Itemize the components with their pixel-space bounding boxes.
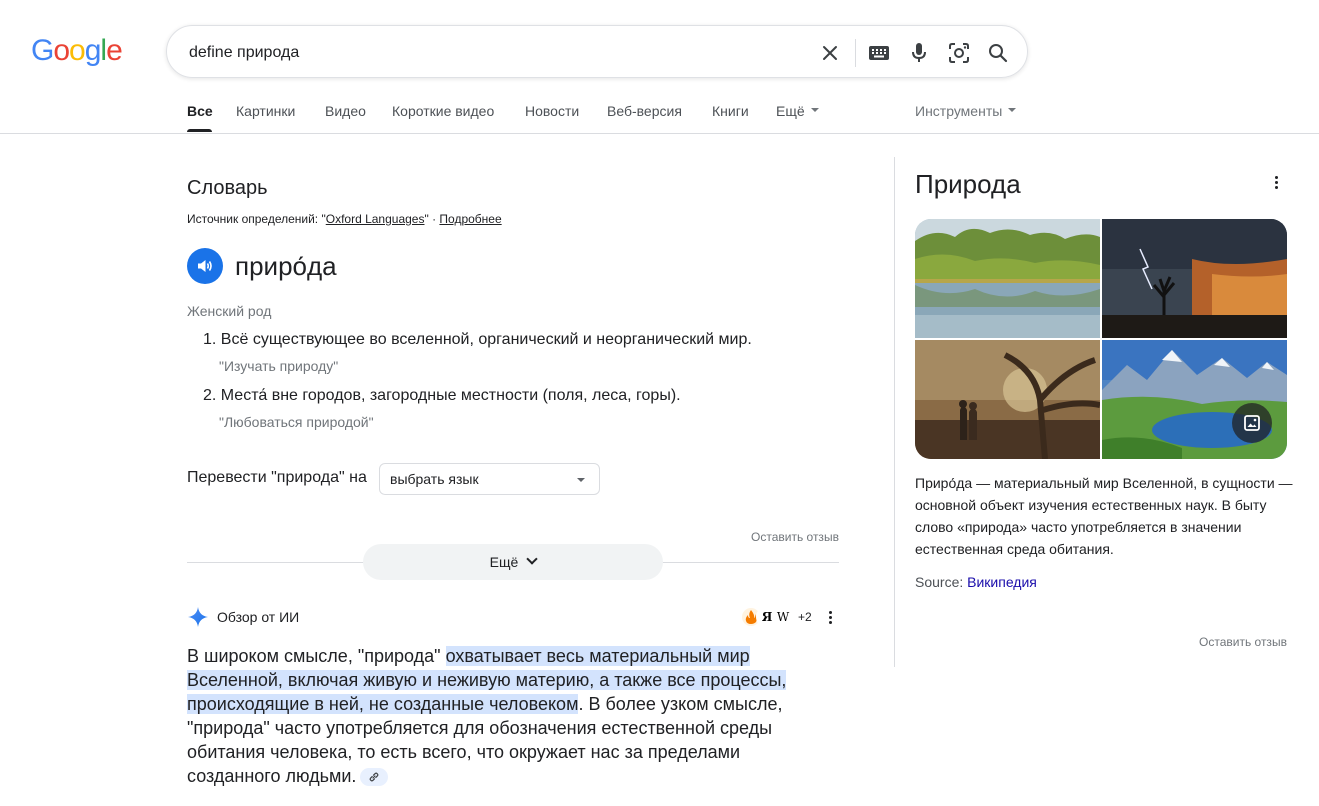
search-icon[interactable] [985, 40, 1011, 66]
dictionary-feedback-link[interactable]: Оставить отзыв [751, 530, 839, 544]
caret-down-icon [810, 108, 819, 113]
dictionary-word: приро́да [235, 251, 337, 281]
header-divider [0, 133, 1319, 134]
image-gallery [915, 219, 1287, 459]
logo-letter-e: e [106, 34, 123, 67]
tab-videos[interactable]: Видео [325, 103, 366, 119]
definition-number: 1. [203, 331, 217, 348]
gallery-image-lake[interactable] [915, 219, 1100, 338]
definition-text: Всё существующее во вселенной, органичес… [220, 331, 752, 348]
keyboard-icon[interactable] [866, 40, 892, 66]
clear-icon[interactable] [817, 40, 843, 66]
search-input[interactable] [189, 42, 789, 64]
definition-number: 2. [203, 387, 217, 404]
ai-overview-text: В широком смысле, "природа" охватывает в… [187, 644, 827, 788]
search-box [166, 25, 1028, 78]
language-select[interactable]: выбрать язык [379, 463, 600, 495]
gallery-image-storm[interactable] [1102, 219, 1287, 338]
knowledge-panel-description: Приро́да — материальный мир Вселенной, в… [915, 475, 1293, 557]
more-button-label: Ещё [489, 554, 519, 570]
tab-more-label: Ещё [776, 103, 805, 119]
definition-2-example: "Любоваться природой" [219, 414, 374, 430]
tab-web[interactable]: Веб-версия [607, 103, 682, 119]
source-suffix: " · [424, 212, 440, 226]
knowledge-panel-title: Природа [915, 169, 1021, 199]
speaker-icon [198, 260, 212, 272]
tools-button[interactable]: Инструменты [915, 103, 1017, 119]
more-info-link[interactable]: Подробнее [439, 212, 501, 226]
dictionary-source: Источник определений: "Oxford Languages"… [187, 212, 502, 226]
more-vert-icon[interactable] [1266, 172, 1286, 192]
google-logo[interactable]: Google [31, 34, 123, 68]
logo-letter-g2: g [84, 34, 102, 67]
ai-sources[interactable]: Я W +2 [740, 605, 812, 629]
tab-all[interactable]: Все [187, 103, 213, 119]
active-tab-indicator [187, 129, 212, 132]
logo-letter-o2: o [69, 34, 86, 67]
tab-more[interactable]: Ещё [776, 103, 819, 119]
source-prefix: Источник определений: " [187, 212, 326, 226]
ai-overview-title: Обзор от ИИ [217, 609, 300, 625]
microphone-icon[interactable] [906, 40, 932, 66]
definition-text: Места́ вне городов, загородные местности… [220, 387, 681, 404]
tab-short-videos[interactable]: Короткие видео [392, 103, 494, 119]
caret-down-icon [577, 478, 585, 482]
definition-1: 1. Всё существующее во вселенной, органи… [203, 331, 752, 349]
tab-news[interactable]: Новости [525, 103, 579, 119]
definition-1-example: "Изучать природу" [219, 358, 339, 374]
source-label: Source: [915, 574, 968, 590]
dictionary-title: Словарь [187, 177, 268, 199]
link-icon[interactable] [360, 768, 389, 787]
definition-2: 2. Места́ вне городов, загородные местно… [203, 387, 681, 405]
image-icon [1244, 415, 1260, 431]
source-count: +2 [798, 610, 812, 624]
more-vert-icon[interactable] [820, 607, 840, 627]
oxford-languages-link[interactable]: Oxford Languages [326, 212, 425, 226]
language-select-value: выбрать язык [390, 471, 479, 487]
tools-label: Инструменты [915, 103, 1003, 119]
knowledge-panel-source: Source: Википедия [915, 574, 1037, 590]
translate-label: Перевести "природа" на [187, 469, 367, 486]
caret-down-icon [1008, 108, 1017, 113]
gallery-image-painting[interactable] [915, 340, 1100, 459]
search-divider [855, 39, 856, 67]
tab-books[interactable]: Книги [712, 103, 749, 119]
tab-images[interactable]: Картинки [236, 103, 295, 119]
ai-text-before: В широком смысле, "природа" [187, 646, 446, 666]
sparkle-icon [188, 607, 208, 627]
more-button[interactable]: Ещё [363, 544, 663, 580]
knowledge-panel-feedback-link[interactable]: Оставить отзыв [1199, 635, 1287, 649]
logo-letter-o1: o [53, 34, 70, 67]
wikipedia-link[interactable]: Википедия [967, 574, 1037, 590]
more-images-button[interactable] [1232, 403, 1272, 443]
wikipedia-source-icon: W [772, 606, 794, 628]
chevron-down-icon [526, 553, 538, 565]
word-gender: Женский род [187, 303, 272, 319]
speaker-button[interactable] [187, 248, 223, 284]
knowledge-panel-divider [894, 157, 895, 667]
logo-letter-g1: G [31, 34, 54, 67]
lens-icon[interactable] [946, 40, 972, 66]
